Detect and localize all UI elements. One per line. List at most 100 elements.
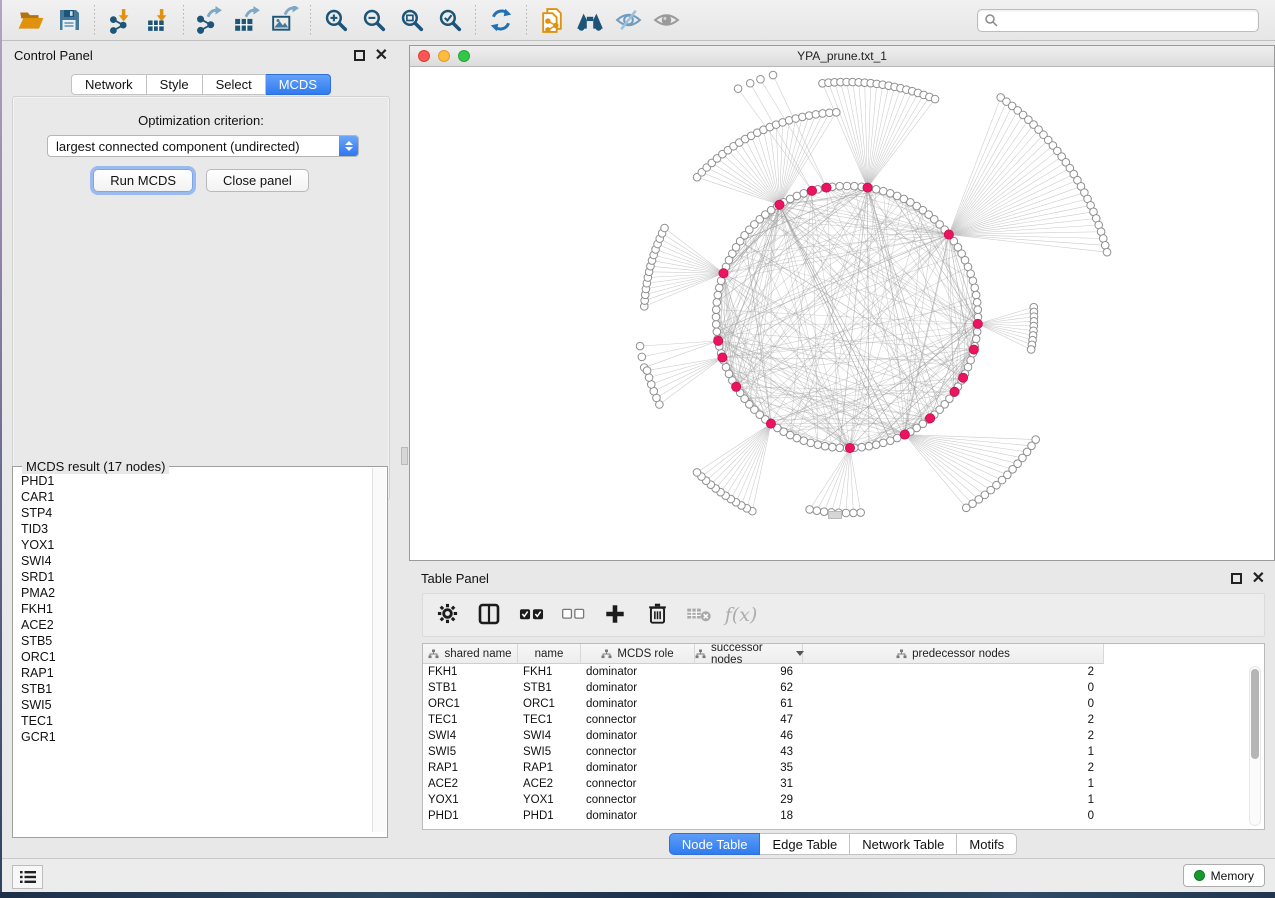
zoom-selected-button[interactable] — [431, 4, 469, 36]
export-image-button[interactable] — [266, 4, 304, 36]
cell-name: FKH1 — [518, 664, 581, 680]
mcds-result-item[interactable]: ACE2 — [14, 617, 372, 633]
save-session-button[interactable] — [50, 4, 88, 36]
tab-node-table[interactable]: Node Table — [669, 833, 761, 855]
table-row[interactable]: STB1STB1dominator620 — [423, 680, 1264, 696]
columns-icon — [477, 602, 501, 629]
open-file-button[interactable] — [12, 4, 50, 36]
mcds-result-item[interactable]: STB5 — [14, 633, 372, 649]
add-column-button[interactable] — [601, 601, 629, 629]
mcds-list-scrollbar[interactable] — [372, 468, 386, 832]
main-toolbar — [2, 0, 1275, 41]
search-network-button[interactable] — [571, 4, 609, 36]
column-header-successor-nodes[interactable]: successor nodes — [695, 644, 803, 664]
network-window-titlebar[interactable]: YPA_prune.txt_1 — [410, 46, 1274, 67]
column-header-MCDS-role[interactable]: MCDS role — [581, 644, 695, 664]
cell-predecessor-nodes: 0 — [803, 696, 1104, 712]
table-close-panel-icon[interactable]: ✕ — [1252, 573, 1265, 584]
table-float-window-icon[interactable] — [1231, 573, 1242, 584]
select-all-checks-button[interactable] — [517, 601, 545, 629]
cell-shared-name: STB1 — [423, 680, 518, 696]
clear-checks-button[interactable] — [559, 601, 587, 629]
cell-name: SWI5 — [518, 744, 581, 760]
table-row[interactable]: RAP1RAP1dominator352 — [423, 760, 1264, 776]
mcds-result-item[interactable]: SWI4 — [14, 553, 372, 569]
splitter-grip[interactable] — [401, 447, 408, 465]
column-header-name[interactable]: name — [518, 644, 581, 664]
tab-select[interactable]: Select — [203, 74, 266, 95]
tab-motifs[interactable]: Motifs — [957, 833, 1017, 855]
export-table-button[interactable] — [228, 4, 266, 36]
import-network-button[interactable] — [101, 4, 139, 36]
mcds-result-item[interactable]: FKH1 — [14, 601, 372, 617]
network-search-box[interactable] — [977, 9, 1259, 32]
mcds-result-item[interactable]: STP4 — [14, 505, 372, 521]
mcds-result-item[interactable]: SWI5 — [14, 697, 372, 713]
mcds-result-item[interactable]: TEC1 — [14, 713, 372, 729]
vertical-splitter[interactable] — [400, 42, 409, 858]
network-from-selection-button[interactable] — [533, 4, 571, 36]
column-label: predecessor nodes — [912, 648, 1010, 660]
network-canvas[interactable] — [410, 67, 1274, 560]
settings-button[interactable] — [433, 601, 461, 629]
tab-network-table[interactable]: Network Table — [850, 833, 957, 855]
tab-network[interactable]: Network — [71, 74, 147, 95]
cell-successor-nodes: 18 — [695, 808, 803, 824]
cell-successor-nodes: 96 — [695, 664, 803, 680]
table-row[interactable]: TEC1TEC1connector472 — [423, 712, 1264, 728]
mcds-result-title: MCDS result (17 nodes) — [22, 459, 169, 474]
zoom-in-button[interactable] — [317, 4, 355, 36]
show-hidden-button[interactable] — [647, 4, 685, 36]
cell-shared-name: TEC1 — [423, 712, 518, 728]
import-table-button[interactable] — [139, 4, 177, 36]
mcds-result-item[interactable]: SRD1 — [14, 569, 372, 585]
mcds-result-item[interactable]: GCR1 — [14, 729, 372, 745]
mcds-result-item[interactable]: TID3 — [14, 521, 372, 537]
tab-mcds[interactable]: MCDS — [266, 74, 331, 95]
refresh-button[interactable] — [482, 4, 520, 36]
mcds-result-item[interactable]: PMA2 — [14, 585, 372, 601]
table-row[interactable]: PHD1PHD1dominator180 — [423, 808, 1264, 824]
network-from-selection-icon — [539, 7, 566, 34]
zoom-fit-button[interactable] — [393, 4, 431, 36]
task-history-button[interactable] — [12, 865, 43, 889]
cell-predecessor-nodes: 1 — [803, 776, 1104, 792]
table-row[interactable]: SWI5SWI5connector431 — [423, 744, 1264, 760]
mcds-result-item[interactable]: STB1 — [14, 681, 372, 697]
mcds-result-item[interactable]: ORC1 — [14, 649, 372, 665]
zoom-out-button[interactable] — [355, 4, 393, 36]
search-input[interactable] — [998, 13, 1252, 27]
search-icon — [984, 13, 998, 27]
float-window-icon[interactable] — [354, 50, 365, 61]
hide-selected-button[interactable] — [609, 4, 647, 36]
table-row[interactable]: YOX1YOX1connector291 — [423, 792, 1264, 808]
criterion-dropdown[interactable]: largest connected component (undirected) — [47, 135, 359, 157]
mcds-result-item[interactable]: YOX1 — [14, 537, 372, 553]
node-table[interactable]: shared namenameMCDS rolesuccessor nodes p… — [422, 643, 1265, 830]
tab-edge-table[interactable]: Edge Table — [760, 833, 850, 855]
table-scrollbar-thumb[interactable] — [1251, 669, 1259, 759]
close-panel-button[interactable]: Close panel — [206, 169, 309, 192]
close-panel-icon[interactable]: ✕ — [375, 50, 388, 61]
zoom-in-icon — [323, 7, 350, 34]
save-session-icon — [56, 7, 82, 33]
mcds-result-item[interactable]: CAR1 — [14, 489, 372, 505]
memory-button[interactable]: Memory — [1183, 864, 1265, 887]
columns-button[interactable] — [475, 601, 503, 629]
mcds-result-item[interactable]: RAP1 — [14, 665, 372, 681]
export-network-button[interactable] — [190, 4, 228, 36]
criterion-selected-value: largest connected component (undirected) — [48, 139, 339, 154]
table-row[interactable]: ORC1ORC1dominator610 — [423, 696, 1264, 712]
table-row[interactable]: FKH1FKH1dominator962 — [423, 664, 1264, 680]
mcds-result-item[interactable]: PHD1 — [14, 473, 372, 489]
tab-style[interactable]: Style — [147, 74, 203, 95]
table-row[interactable]: ACE2ACE2connector311 — [423, 776, 1264, 792]
table-scrollbar[interactable] — [1249, 666, 1261, 826]
horizontal-splitter-grip[interactable] — [828, 511, 842, 519]
mcds-result-list[interactable]: PHD1CAR1STP4TID3YOX1SWI4SRD1PMA2FKH1ACE2… — [14, 473, 372, 831]
column-header-predecessor-nodes[interactable]: predecessor nodes — [803, 644, 1104, 664]
run-mcds-button[interactable]: Run MCDS — [93, 169, 193, 192]
table-row[interactable]: SWI4SWI4dominator462 — [423, 728, 1264, 744]
column-header-shared-name[interactable]: shared name — [423, 644, 518, 664]
delete-column-button[interactable] — [643, 601, 671, 629]
